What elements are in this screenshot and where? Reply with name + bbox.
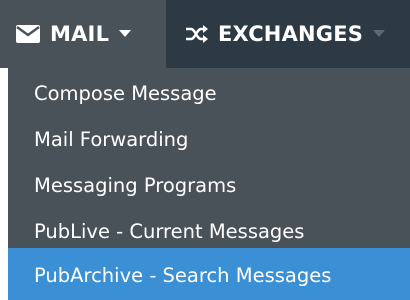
shuffle-icon: [186, 25, 208, 43]
menu-item-label: Compose Message: [34, 81, 217, 105]
caret-down-icon: [373, 30, 386, 38]
menu-item-mail-forwarding[interactable]: Mail Forwarding: [8, 116, 410, 162]
menu-item-pubarchive-search-messages[interactable]: PubArchive - Search Messages: [8, 248, 410, 300]
envelope-icon: [16, 25, 40, 43]
menu-item-messaging-programs[interactable]: Messaging Programs: [8, 162, 410, 208]
caret-down-icon: [119, 30, 132, 38]
top-navbar: MAIL EXCHANGES: [0, 0, 410, 68]
nav-mail-tab[interactable]: MAIL: [0, 0, 166, 68]
nav-mail-label: MAIL: [50, 22, 110, 46]
menu-item-label: PubArchive - Search Messages: [34, 263, 332, 287]
nav-exchanges-tab[interactable]: EXCHANGES: [166, 0, 410, 68]
menu-item-compose-message[interactable]: Compose Message: [8, 70, 410, 116]
mail-dropdown-menu: Compose Message Mail Forwarding Messagin…: [8, 68, 410, 300]
menu-item-label: Messaging Programs: [34, 173, 237, 197]
menu-item-label: Mail Forwarding: [34, 127, 189, 151]
page-background-edge: [0, 68, 8, 300]
app-root: MAIL EXCHANGES Compose Message Mail Forw…: [0, 0, 410, 300]
nav-exchanges-label: EXCHANGES: [218, 22, 364, 46]
menu-item-label: PubLive - Current Messages: [34, 219, 305, 243]
